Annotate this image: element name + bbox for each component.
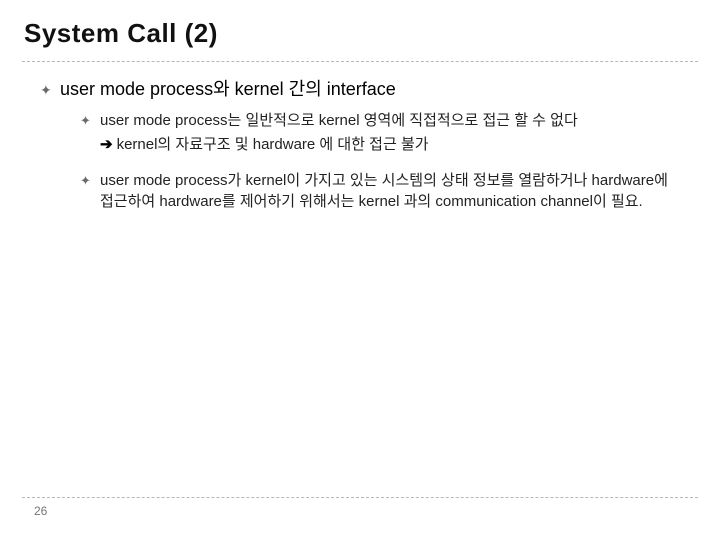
bullet-level1-text: user mode process와 kernel 간의 interface — [60, 79, 396, 99]
bullet-level2: ✦ user mode process는 일반적으로 kernel 영역에 직접… — [80, 110, 680, 156]
bullet-level1: ✦ user mode process와 kernel 간의 interface… — [40, 76, 680, 213]
slide: System Call (2) ✦ user mode process와 ker… — [0, 0, 720, 540]
arrow-line-text: kernel의 자료구조 및 hardware 에 대한 접근 불가 — [117, 136, 429, 153]
bullet-icon: ✦ — [80, 112, 91, 131]
slide-body: ✦ user mode process와 kernel 간의 interface… — [0, 62, 720, 213]
slide-title: System Call (2) — [24, 18, 720, 49]
arrow-icon: ➔ — [100, 136, 113, 153]
bullet-icon: ✦ — [80, 172, 91, 191]
bullet-level2: ✦ user mode process가 kernel이 가지고 있는 시스템의… — [80, 170, 680, 214]
page-number: 26 — [22, 504, 698, 518]
arrow-line: ➔kernel의 자료구조 및 hardware 에 대한 접근 불가 — [100, 134, 680, 156]
bullet-level2-text: user mode process는 일반적으로 kernel 영역에 직접적으… — [100, 110, 680, 132]
bullet-level2-text: user mode process가 kernel이 가지고 있는 시스템의 상… — [100, 170, 680, 214]
sub-list: ✦ user mode process는 일반적으로 kernel 영역에 직접… — [60, 110, 680, 213]
bullet-icon: ✦ — [40, 80, 52, 100]
footer-divider — [22, 497, 698, 498]
slide-footer: 26 — [22, 497, 698, 518]
title-block: System Call (2) — [0, 0, 720, 55]
